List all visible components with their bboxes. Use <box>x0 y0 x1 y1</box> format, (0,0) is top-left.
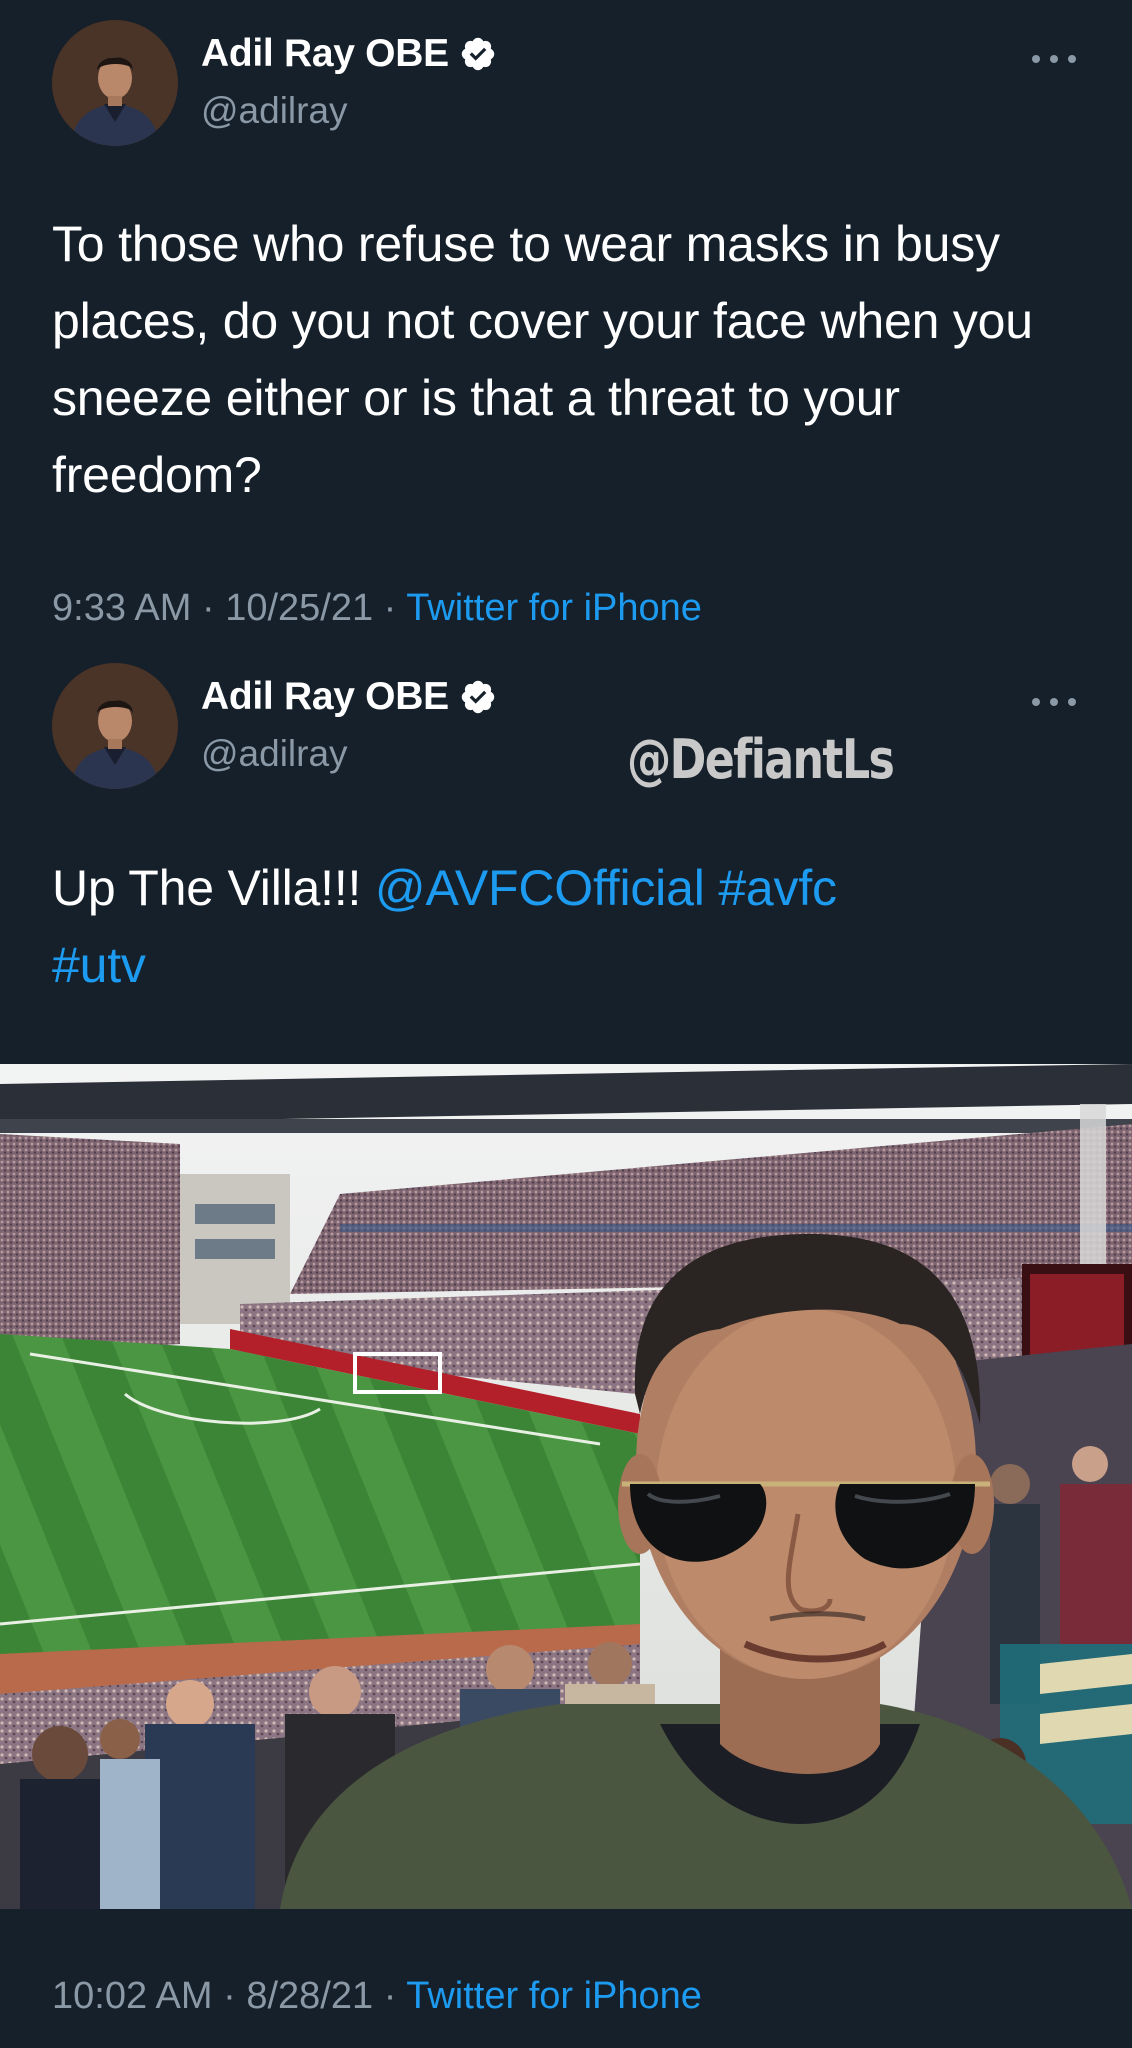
verified-badge-icon <box>461 37 495 71</box>
hashtag-link[interactable]: #avfc <box>718 860 837 916</box>
meta-separator: · <box>373 587 407 629</box>
tweet-time[interactable]: 10:02 AM <box>52 1975 213 2017</box>
tweet-date[interactable]: 8/28/21 <box>246 1975 373 2017</box>
tweet-date[interactable]: 10/25/21 <box>225 587 373 629</box>
mention-link[interactable]: @AVFCOfficial <box>375 860 705 916</box>
stadium-selfie-image <box>0 1064 1132 1909</box>
tweet-source-link[interactable]: Twitter for iPhone <box>406 587 702 629</box>
tweet-meta: 10:02 AM · 8/28/21 · Twitter for iPhone <box>52 1975 702 2018</box>
avatar-image <box>52 20 178 146</box>
display-name[interactable]: Adil Ray OBE <box>201 675 449 719</box>
display-name[interactable]: Adil Ray OBE <box>201 32 449 76</box>
meta-separator: · <box>373 1975 407 2017</box>
tweet-text: To those who refuse to wear masks in bus… <box>52 216 1033 503</box>
tweet-text: Up The Villa!!! @AVFCOfficial #avfc #utv <box>52 850 1092 1004</box>
hashtag-link[interactable]: #utv <box>52 937 146 993</box>
tweet-time[interactable]: 9:33 AM <box>52 587 191 629</box>
tweet-meta: 9:33 AM · 10/25/21 · Twitter for iPhone <box>52 587 702 630</box>
tweet-text-plain: Up The Villa!!! <box>52 860 375 916</box>
more-options-icon[interactable] <box>1032 695 1076 709</box>
verified-badge-icon <box>461 680 495 714</box>
avatar[interactable] <box>52 20 178 146</box>
tweet-photo[interactable] <box>0 1064 1132 1909</box>
meta-separator: · <box>191 587 226 629</box>
avatar[interactable] <box>52 663 178 789</box>
meta-separator: · <box>212 1975 247 2017</box>
handle[interactable]: @adilray <box>201 733 348 775</box>
handle[interactable]: @adilray <box>201 90 348 132</box>
tweet-source-link[interactable]: Twitter for iPhone <box>406 1975 702 2017</box>
watermark: @DefiantLs <box>627 728 895 791</box>
more-options-icon[interactable] <box>1032 52 1076 66</box>
avatar-image <box>52 663 178 789</box>
